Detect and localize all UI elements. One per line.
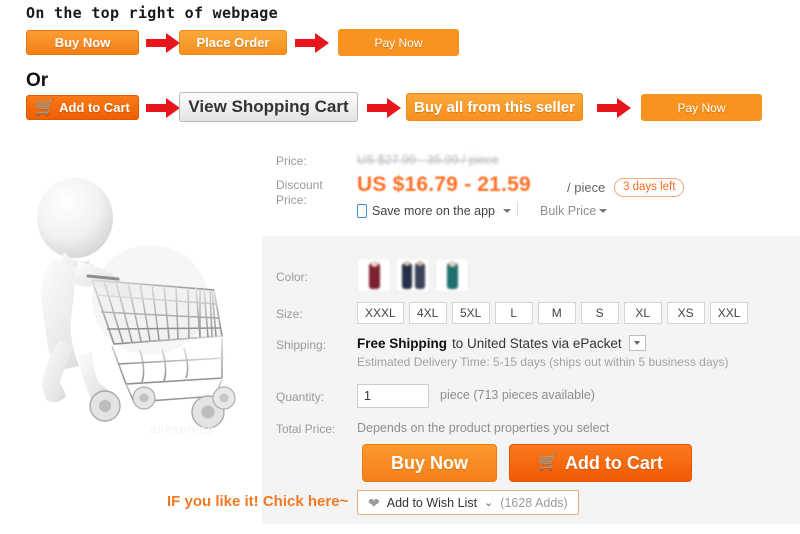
quantity-label: Quantity: — [276, 390, 325, 404]
flow-add-to-cart-button[interactable]: 🛒 Add to Cart — [26, 95, 139, 120]
wish-list-hint: IF you like it! Chick here~ — [167, 493, 349, 510]
cta-button-group: Buy Now 🛒 Add to Cart — [362, 444, 692, 482]
color-swatch-navy[interactable] — [396, 258, 430, 292]
banner-heading: On the top right of webpage — [26, 4, 278, 22]
size-option[interactable]: XS — [666, 302, 705, 324]
product-options-panel: Color: Size: XXXL 4XL 5XL L M S XL XS XX… — [167, 236, 800, 524]
heart-icon: ❤ — [368, 494, 380, 511]
discount-price-value: US $16.79 - 21.59 — [357, 173, 531, 196]
discount-price-label: Discount Price: — [276, 178, 323, 207]
size-option[interactable]: XXXL — [357, 302, 404, 324]
size-row: Size: XXXL 4XL 5XL L M S XL XS XXL — [262, 302, 800, 326]
chevron-down-icon-2 — [599, 209, 608, 213]
save-on-app-label: Save more on the app — [372, 204, 495, 218]
size-option[interactable]: 4XL — [408, 302, 447, 324]
chevron-down-icon — [503, 209, 511, 213]
flow-pay-now-button-2[interactable]: Pay Now — [641, 94, 762, 121]
right-arrow-icon — [146, 33, 180, 53]
buy-now-button[interactable]: Buy Now — [362, 444, 498, 482]
size-option[interactable]: XL — [623, 302, 662, 324]
color-swatch-maroon[interactable] — [357, 258, 391, 292]
size-option[interactable]: L — [494, 302, 533, 324]
color-swatch-list — [357, 258, 469, 292]
save-on-app-link[interactable]: Save more on the app — [357, 204, 511, 218]
right-arrow-icon-2 — [295, 33, 329, 53]
wish-list-label: Add to Wish List — [386, 495, 478, 510]
cart-icon-2: 🛒 — [538, 454, 558, 471]
flow-add-to-cart-label: Add to Cart — [59, 100, 130, 115]
right-arrow-icon-4 — [367, 98, 401, 118]
original-price: US $27.99 - 35.99 / piece — [357, 153, 499, 167]
chevron-down-icon-3 — [634, 341, 641, 345]
price-label: Price: — [276, 154, 307, 168]
bulk-price-label: Bulk Price — [540, 204, 597, 218]
size-option[interactable]: M — [537, 302, 576, 324]
flow-place-order-button[interactable]: Place Order — [179, 30, 287, 55]
total-price-label: Total Price: — [276, 422, 336, 436]
wish-list-count: (1628 Adds) — [500, 495, 568, 510]
product-image — [0, 140, 262, 445]
bulk-price-link[interactable]: Bulk Price — [540, 204, 608, 218]
color-label: Color: — [276, 270, 309, 284]
size-option[interactable]: S — [580, 302, 619, 324]
flow-pay-now-button[interactable]: Pay Now — [338, 29, 459, 56]
total-price-row: Total Price: Depends on the product prop… — [262, 421, 800, 441]
flow-buy-now-button[interactable]: Buy Now — [26, 30, 139, 55]
size-option[interactable]: XXL — [709, 302, 749, 324]
instruction-banner: On the top right of webpage Buy Now Plac… — [0, 0, 800, 135]
free-shipping-text: Free Shipping — [357, 335, 448, 351]
flow-view-shopping-cart-button[interactable]: View Shopping Cart — [179, 92, 358, 122]
color-swatch-teal[interactable] — [435, 258, 469, 292]
cta-row: Buy Now 🛒 Add to Cart — [262, 444, 800, 484]
shipping-row: Shipping: Free Shipping to United States… — [262, 335, 800, 375]
quantity-available-note: piece (713 pieces available) — [440, 388, 595, 402]
quantity-input[interactable] — [357, 384, 429, 408]
price-divider — [517, 202, 518, 216]
flow-buy-all-seller-button[interactable]: Buy all from this seller — [406, 93, 583, 121]
shipping-destination: to United States via ePacket — [452, 335, 622, 351]
total-price-value: Depends on the product properties you se… — [357, 421, 610, 435]
quantity-row: Quantity: piece (713 pieces available) — [262, 384, 800, 410]
shipping-select-dropdown[interactable] — [628, 335, 646, 351]
chevron-down-icon-4: ⌄ — [484, 497, 494, 509]
add-to-cart-label: Add to Cart — [564, 452, 663, 473]
banner-or-label: Or — [26, 70, 49, 91]
color-row: Color: — [262, 258, 800, 296]
right-arrow-icon-5 — [597, 98, 631, 118]
phone-icon — [357, 204, 367, 218]
shipping-eta: Estimated Delivery Time: 5-15 days (ship… — [357, 355, 729, 369]
add-to-cart-button[interactable]: 🛒 Add to Cart — [509, 444, 692, 482]
price-block: Price: US $27.99 - 35.99 / piece Discoun… — [262, 148, 800, 236]
wish-list-row: IF you like it! Chick here~ ❤ Add to Wis… — [167, 490, 800, 516]
size-option-list: XXXL 4XL 5XL L M S XL XS XXL — [357, 302, 749, 324]
cart-icon: 🛒 — [35, 98, 56, 116]
image-watermark: aliexpress — [150, 422, 215, 436]
product-page: On the top right of webpage Buy Now Plac… — [0, 0, 800, 534]
shipping-label: Shipping: — [276, 338, 327, 352]
size-label: Size: — [276, 307, 303, 321]
size-option[interactable]: 5XL — [451, 302, 490, 324]
right-arrow-icon-3 — [146, 98, 180, 118]
price-unit: / piece — [567, 180, 606, 195]
shipping-method: Free Shipping to United States via ePack… — [357, 335, 646, 351]
days-left-badge: 3 days left — [614, 178, 685, 197]
add-to-wish-list-button[interactable]: ❤ Add to Wish List ⌄ (1628 Adds) — [357, 490, 579, 515]
